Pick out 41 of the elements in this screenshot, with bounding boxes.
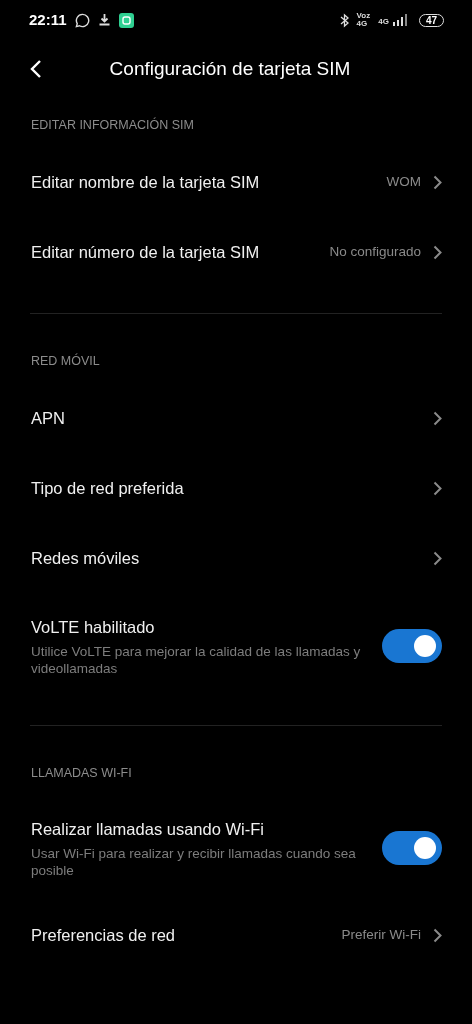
- row-label: VoLTE habilitado: [31, 617, 156, 638]
- chevron-icon: [433, 410, 442, 426]
- row-label: Editar nombre de la tarjeta SIM: [31, 171, 260, 193]
- download-icon: [97, 13, 111, 27]
- row-value: Preferir Wi-Fi: [341, 926, 421, 945]
- settings-row[interactable]: Tipo de red preferida: [0, 453, 472, 523]
- chevron-icon: [433, 928, 442, 943]
- row-label: Realizar llamadas usando Wi-Fi: [31, 818, 265, 840]
- signal-icon: [392, 14, 407, 26]
- row-label: Editar número de la tarjeta SIM: [31, 241, 260, 263]
- section-header: LLAMADAS WI-FI: [30, 764, 133, 782]
- settings-row[interactable]: Preferencias de red Preferir Wi-Fi: [0, 900, 472, 971]
- chevron-icon: [433, 174, 442, 190]
- app-icon: [118, 12, 134, 28]
- settings-row[interactable]: Editar nombre de la tarjeta SIM WOM: [0, 147, 472, 217]
- row-label: Redes móviles: [31, 547, 140, 569]
- bluetooth-icon: [339, 12, 349, 28]
- chevron-icon: [433, 550, 442, 566]
- row-label: Preferencias de red: [31, 925, 175, 947]
- row-description: Utilice VoLTE para mejorar la calidad de las llamadas y videollamadas: [31, 642, 362, 677]
- section-header: EDITAR INFORMACIÓN SIM: [30, 116, 195, 134]
- section-header: RED MÓVIL: [30, 352, 101, 370]
- toggle-switch[interactable]: [382, 830, 442, 865]
- status-time: 22:11: [29, 9, 67, 30]
- row-description: Usar Wi-Fi para realizar y recibir llamadas cuando sea posible: [31, 844, 357, 879]
- row-value: WOM: [386, 172, 421, 191]
- toggle-switch[interactable]: [382, 628, 442, 663]
- network-label: Voz: [356, 12, 371, 20]
- settings-row[interactable]: Editar número de la tarjeta SIM No configurado: [0, 217, 472, 287]
- row-value: No configurado: [329, 242, 421, 261]
- row-label: Tipo de red preferida: [31, 477, 184, 499]
- page-title: Configuración de tarjeta SIM: [108, 56, 352, 81]
- network-label: 4G: [356, 20, 369, 28]
- chat-bubble-icon: [74, 12, 90, 28]
- settings-row[interactable]: APN: [0, 383, 472, 453]
- chevron-icon: [433, 244, 442, 260]
- chevron-icon: [433, 480, 442, 496]
- settings-row[interactable]: Redes móviles: [0, 523, 472, 593]
- row-label: APN: [31, 407, 65, 429]
- back-icon[interactable]: [30, 59, 42, 79]
- network-label: 4G: [378, 18, 389, 26]
